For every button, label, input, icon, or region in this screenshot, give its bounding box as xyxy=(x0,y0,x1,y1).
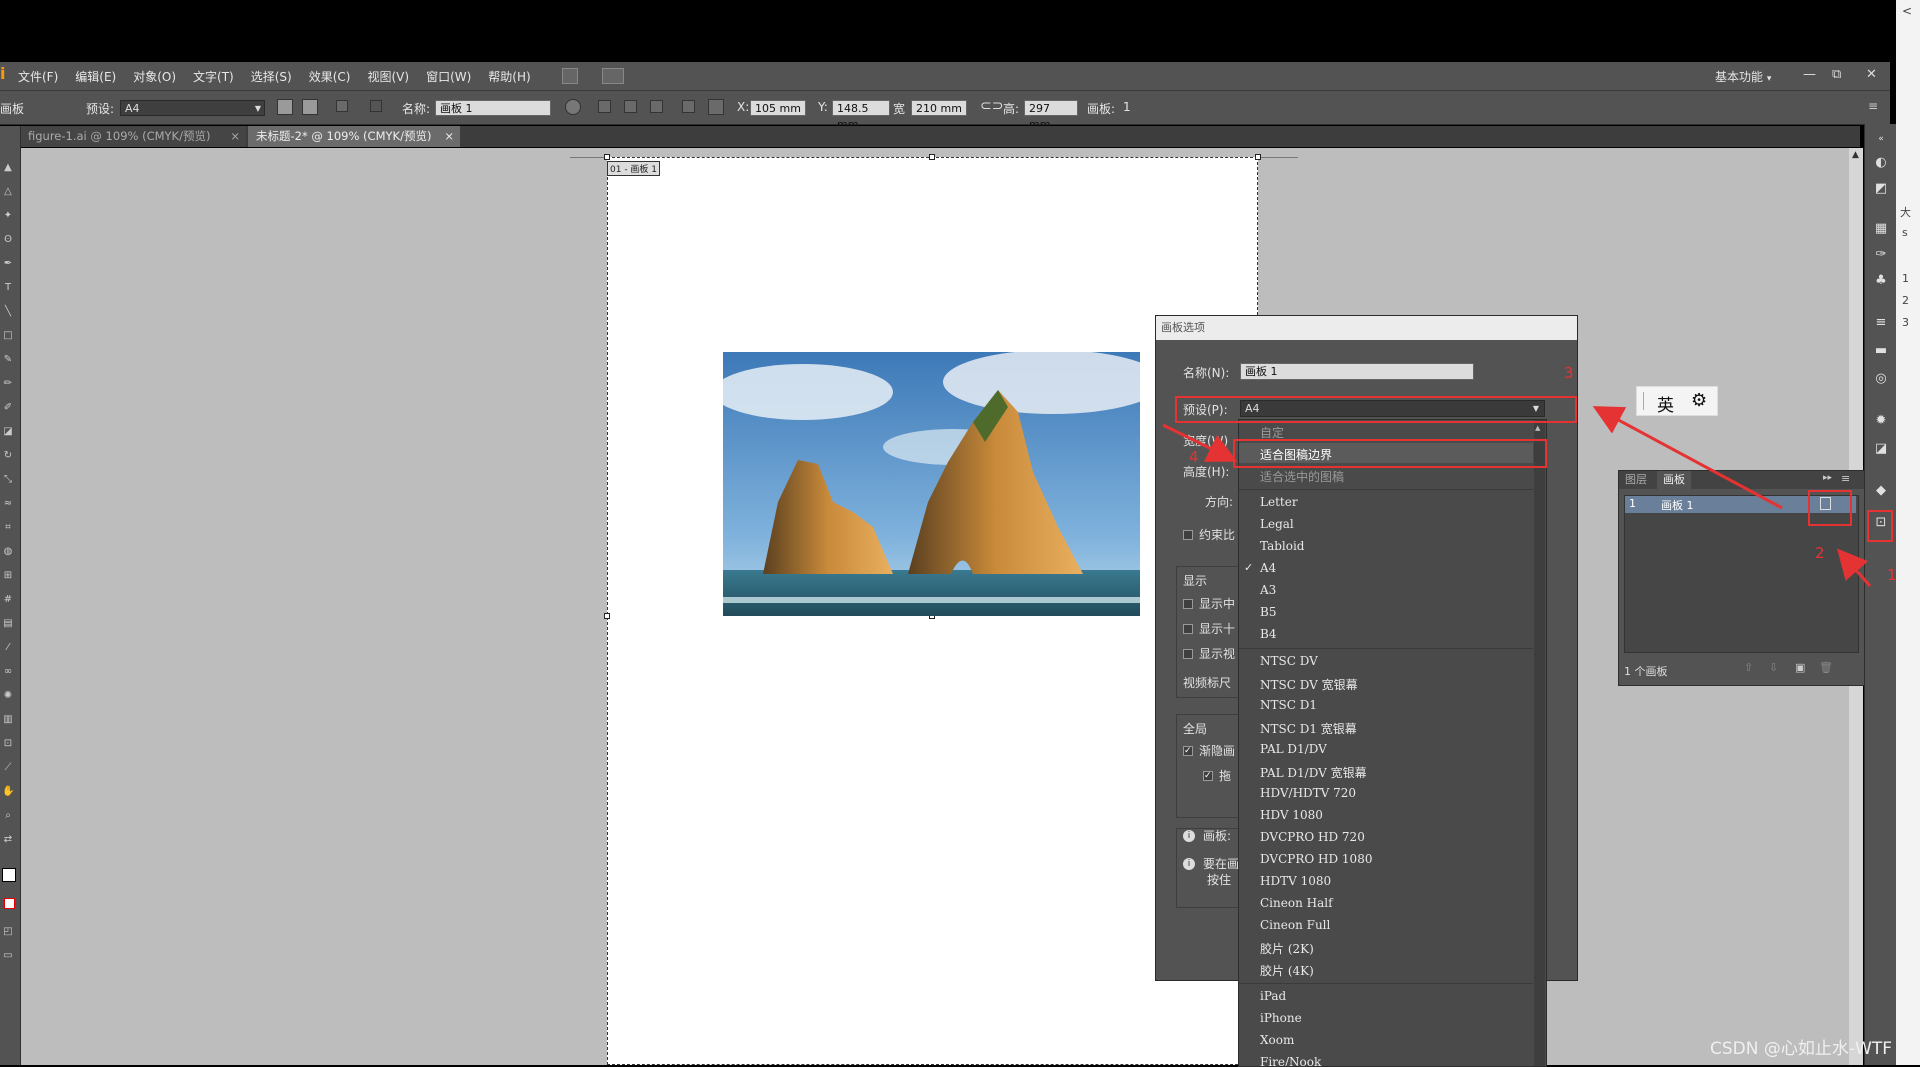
annotation-arrows xyxy=(1162,406,1872,587)
arrow-4 xyxy=(1162,423,1238,462)
watermark: CSDN @心如止水-WTF xyxy=(1710,1039,1892,1059)
ime-divider xyxy=(1643,392,1644,410)
gear-icon[interactable]: ⚙ xyxy=(1691,390,1707,411)
arrow-1 xyxy=(1837,548,1872,587)
ime-mode: 英 xyxy=(1657,396,1674,416)
arrow-3 xyxy=(1592,406,1783,510)
ime-indicator[interactable]: 英 ⚙ xyxy=(1636,386,1718,416)
